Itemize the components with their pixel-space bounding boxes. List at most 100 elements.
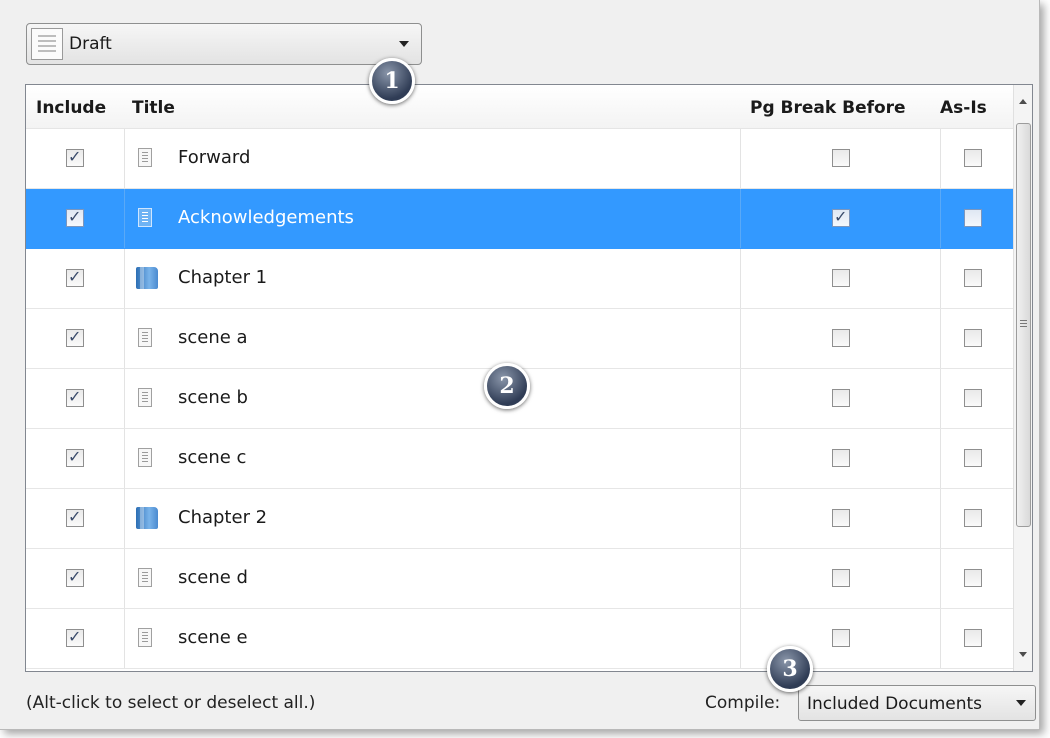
hint-text: (Alt-click to select or deselect all.): [26, 693, 316, 713]
row-title: Chapter 1: [178, 267, 268, 288]
include-checkbox[interactable]: [66, 447, 84, 467]
column-divider: [740, 129, 741, 188]
as-is-checkbox[interactable]: [964, 209, 982, 227]
compile-dropdown[interactable]: Included Documents: [798, 685, 1036, 721]
folder-icon: [136, 507, 158, 529]
column-divider: [124, 129, 125, 188]
column-header-pg-break-before[interactable]: Pg Break Before: [750, 98, 906, 118]
column-divider: [740, 309, 741, 368]
table-row[interactable]: Chapter 2: [26, 489, 1014, 549]
callout-badge-2: 2: [484, 363, 530, 409]
column-divider: [740, 369, 741, 428]
table-header: Include Title Pg Break Before As-Is: [26, 85, 1014, 129]
row-title: Chapter 2: [178, 507, 268, 528]
column-divider: [940, 129, 941, 188]
document-icon: [138, 328, 152, 347]
table-row[interactable]: scene a: [26, 309, 1014, 369]
compile-contents-panel: Draft Include Title Pg Break Before As-I…: [0, 0, 1040, 730]
document-icon: [138, 628, 152, 647]
table-row[interactable]: Chapter 1: [26, 249, 1014, 309]
column-divider: [740, 489, 741, 548]
chevron-down-icon: [1016, 700, 1026, 706]
compile-dropdown-value: Included Documents: [807, 694, 983, 714]
column-divider: [940, 369, 941, 428]
document-icon: [138, 568, 152, 587]
as-is-checkbox[interactable]: [964, 629, 982, 647]
row-title: scene c: [178, 447, 247, 468]
column-divider: [740, 189, 741, 248]
document-icon: [138, 448, 152, 467]
pg-break-before-checkbox[interactable]: [832, 629, 850, 647]
pg-break-before-checkbox[interactable]: [832, 389, 850, 407]
grip-icon: [1020, 320, 1027, 321]
vertical-scrollbar[interactable]: [1013, 85, 1032, 671]
callout-badge-1: 1: [369, 58, 415, 104]
column-divider: [940, 549, 941, 608]
as-is-checkbox[interactable]: [964, 389, 982, 407]
column-divider: [124, 609, 125, 668]
column-divider: [124, 189, 125, 248]
callout-badge-3: 3: [767, 646, 813, 692]
as-is-checkbox[interactable]: [964, 269, 982, 287]
column-divider: [740, 609, 741, 668]
include-checkbox[interactable]: [66, 507, 84, 527]
column-divider: [740, 249, 741, 308]
pg-break-before-checkbox[interactable]: [832, 569, 850, 587]
pg-break-before-checkbox[interactable]: [832, 449, 850, 467]
column-divider: [940, 609, 941, 668]
source-dropdown-value: Draft: [69, 34, 112, 54]
as-is-checkbox[interactable]: [964, 329, 982, 347]
row-title: scene d: [178, 567, 248, 588]
include-checkbox[interactable]: [66, 627, 84, 647]
column-divider: [124, 369, 125, 428]
include-checkbox[interactable]: [66, 267, 84, 287]
contents-table: Include Title Pg Break Before As-Is Forw…: [25, 84, 1033, 672]
row-title: scene b: [178, 387, 248, 408]
column-divider: [740, 549, 741, 608]
pg-break-before-checkbox[interactable]: [832, 329, 850, 347]
include-checkbox[interactable]: [66, 387, 84, 407]
column-divider: [940, 249, 941, 308]
scroll-down-arrow-icon[interactable]: [1019, 652, 1027, 657]
table-row[interactable]: Forward: [26, 129, 1014, 189]
pg-break-before-checkbox[interactable]: [832, 149, 850, 167]
row-title: scene a: [178, 327, 248, 348]
include-checkbox[interactable]: [66, 567, 84, 587]
folder-icon: [136, 267, 158, 289]
source-dropdown[interactable]: Draft: [26, 23, 422, 65]
pg-break-before-checkbox[interactable]: [832, 207, 850, 227]
column-header-as-is[interactable]: As-Is: [940, 98, 987, 118]
table-row[interactable]: scene d: [26, 549, 1014, 609]
scrollbar-thumb[interactable]: [1016, 123, 1031, 527]
column-divider: [124, 489, 125, 548]
chevron-down-icon: [399, 41, 409, 47]
column-divider: [124, 249, 125, 308]
scroll-up-arrow-icon[interactable]: [1019, 99, 1027, 104]
pg-break-before-checkbox[interactable]: [832, 269, 850, 287]
column-divider: [940, 309, 941, 368]
document-icon: [138, 148, 152, 167]
table-row[interactable]: Acknowledgements: [26, 189, 1014, 249]
include-checkbox[interactable]: [66, 327, 84, 347]
document-icon: [138, 208, 152, 227]
compile-label: Compile:: [705, 693, 781, 713]
include-checkbox[interactable]: [66, 207, 84, 227]
column-header-title[interactable]: Title: [132, 98, 175, 118]
row-title: Forward: [178, 147, 251, 168]
include-checkbox[interactable]: [66, 147, 84, 167]
table-row[interactable]: scene e: [26, 609, 1014, 669]
column-header-include[interactable]: Include: [36, 98, 106, 118]
column-divider: [740, 429, 741, 488]
pg-break-before-checkbox[interactable]: [832, 509, 850, 527]
as-is-checkbox[interactable]: [964, 569, 982, 587]
table-row[interactable]: scene c: [26, 429, 1014, 489]
draft-folder-icon: [31, 28, 63, 60]
column-divider: [940, 489, 941, 548]
column-divider: [124, 549, 125, 608]
row-title: scene e: [178, 627, 248, 648]
as-is-checkbox[interactable]: [964, 149, 982, 167]
as-is-checkbox[interactable]: [964, 509, 982, 527]
as-is-checkbox[interactable]: [964, 449, 982, 467]
column-divider: [124, 309, 125, 368]
row-title: Acknowledgements: [178, 207, 354, 228]
